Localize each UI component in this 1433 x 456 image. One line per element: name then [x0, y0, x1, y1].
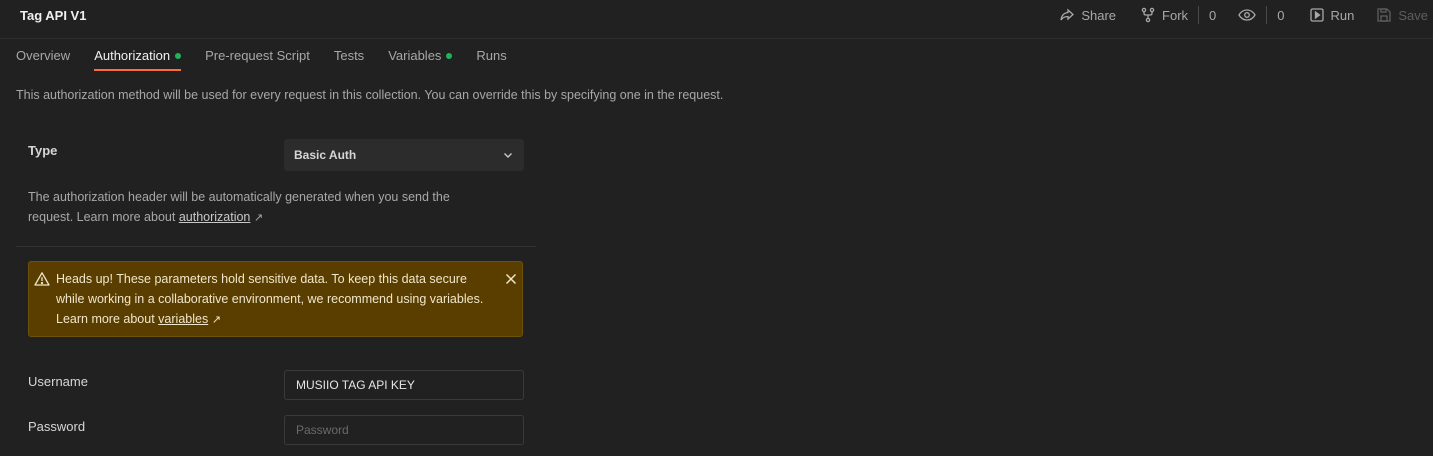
status-dot	[446, 52, 453, 59]
external-link-icon: ↗	[211, 314, 221, 326]
watch-button[interactable]	[1238, 7, 1262, 23]
share-label: Share	[1081, 7, 1117, 23]
close-icon[interactable]	[505, 273, 517, 285]
auth-description: This authorization method will be used f…	[16, 88, 724, 102]
run-button[interactable]: Run	[1309, 7, 1355, 23]
collection-tabs: Overview Authorization Pre-request Scrip…	[16, 40, 531, 72]
external-link-icon: ↗	[253, 212, 264, 224]
tab-runs[interactable]: Runs	[476, 40, 506, 72]
auth-help-text: The authorization header will be automat…	[28, 190, 450, 224]
collection-title: Tag API V1	[20, 8, 87, 23]
share-button[interactable]: Share	[1059, 7, 1116, 23]
collection-header: Tag API V1 Share Fork 0 0 Run Save	[0, 0, 1433, 39]
fork-label: Fork	[1162, 7, 1189, 23]
type-label: Type	[28, 143, 58, 158]
fork-icon	[1141, 7, 1155, 23]
run-icon	[1309, 8, 1324, 22]
tab-pre-request-script[interactable]: Pre-request Script	[205, 40, 310, 72]
tab-variables[interactable]: Variables	[388, 40, 453, 72]
tab-tests[interactable]: Tests	[334, 40, 364, 72]
fork-button[interactable]: Fork	[1140, 7, 1188, 23]
password-input[interactable]	[284, 415, 524, 445]
username-input[interactable]	[284, 370, 524, 400]
eye-icon	[1238, 9, 1257, 21]
save-button[interactable]: Save	[1376, 7, 1428, 23]
username-label: Username	[28, 374, 88, 389]
run-label: Run	[1330, 7, 1355, 23]
warning-message: Heads up! These parameters hold sensitiv…	[56, 272, 484, 326]
warning-icon	[34, 272, 50, 286]
auth-type-select[interactable]: Basic Auth	[284, 139, 524, 171]
save-label: Save	[1398, 7, 1428, 23]
share-icon	[1060, 8, 1075, 21]
status-dot	[175, 52, 182, 59]
fork-separator	[1198, 6, 1200, 24]
watch-separator	[1266, 6, 1268, 24]
variables-link[interactable]: variables	[158, 312, 208, 326]
sensitive-data-warning: Heads up! These parameters hold sensitiv…	[28, 261, 523, 337]
section-divider	[16, 246, 536, 247]
tab-authorization[interactable]: Authorization	[94, 40, 182, 72]
watch-count: 0	[1277, 7, 1285, 23]
password-label: Password	[28, 419, 86, 434]
tab-overview[interactable]: Overview	[16, 40, 70, 72]
auth-type-value: Basic Auth	[294, 148, 357, 162]
chevron-down-icon	[504, 153, 512, 158]
fork-count: 0	[1209, 7, 1217, 23]
save-icon	[1377, 8, 1392, 22]
authorization-link[interactable]: authorization	[179, 210, 251, 224]
header-actions: Share Fork 0 0 Run Save	[1059, 6, 1428, 24]
